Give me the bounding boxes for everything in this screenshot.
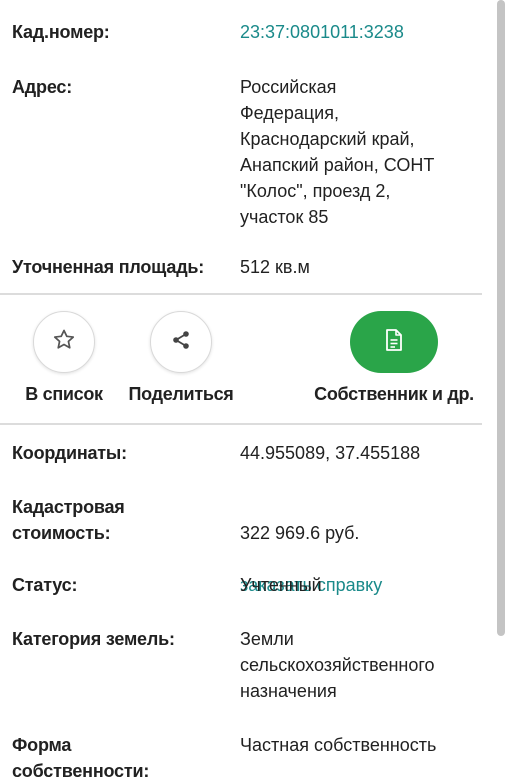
address-value: Российская Федерация, Краснодарский край… [240,77,435,227]
share-button[interactable]: Поделиться [121,311,241,405]
share-circle[interactable] [150,311,212,373]
area-value: 512 кв.м [240,257,310,277]
cadastral-value-row: Кадастровая стоимость: 322 969.6 руб. за… [12,494,482,624]
area-row: Уточненная площадь: 512 кв.м [12,254,482,280]
add-to-list-button[interactable]: В список [14,311,114,405]
share-icon [169,328,193,357]
cadastral-value-block: 322 969.6 руб. заказать справку [240,494,482,624]
add-to-list-label: В список [25,384,103,404]
share-label: Поделиться [128,384,234,404]
ownership-row: Форма собственности: Частная собственнос… [12,732,482,784]
add-to-list-circle[interactable] [33,311,95,373]
address-row: Адрес: Российская Федерация, Краснодарск… [12,74,482,230]
divider-top [0,293,482,295]
area-label: Уточненная площадь: [12,257,205,277]
address-label: Адрес: [12,77,72,97]
land-category-label: Категория земель: [12,629,175,649]
cadastral-number-link[interactable]: 23:37:0801011:3238 [240,19,482,45]
scrollbar[interactable] [497,0,505,636]
coordinates-row: Координаты: 44.955089, 37.455188 [12,440,482,466]
document-icon [383,328,405,357]
coordinates-label: Координаты: [12,443,127,463]
status-label: Статус: [12,575,78,595]
land-category-row: Категория земель: Земли сельскохозяйстве… [12,626,482,704]
ownership-value: Частная собственность [240,735,437,755]
land-category-value: Земли сельскохозяйственного назначения [240,629,435,701]
cadastral-number-row: Кад.номер: 23:37:0801011:3238 [12,19,482,45]
ownership-label: Форма собственности: [12,735,150,781]
star-icon [51,327,77,358]
status-value: Учтенный [240,575,322,595]
cadastral-number-label: Кад.номер: [12,22,110,42]
owner-pill[interactable] [350,311,438,373]
coordinates-value: 44.955089, 37.455188 [240,443,421,463]
owner-label: Собственник и др. [314,384,474,404]
status-row: Статус: Учтенный [12,572,482,598]
cadastral-value-amount: 322 969.6 руб. [240,523,360,543]
cadastral-value-label: Кадастровая стоимость: [12,497,125,543]
owner-button[interactable]: Собственник и др. [304,311,484,405]
divider-bottom [0,423,482,425]
